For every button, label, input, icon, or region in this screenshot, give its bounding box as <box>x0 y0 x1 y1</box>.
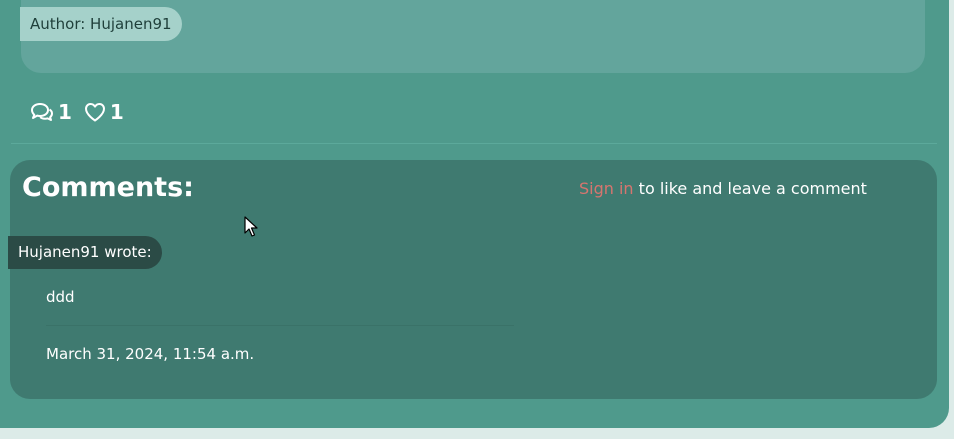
comment-author-badge: Hujanen91 wrote: <box>8 236 162 269</box>
comments-panel: Comments: Sign in to like and leave a co… <box>10 160 937 399</box>
mouse-pointer-icon <box>244 216 258 242</box>
author-badge: Author: Hujanen91 <box>20 7 182 41</box>
comment-separator <box>46 325 514 326</box>
comment-body: ddd <box>46 288 75 306</box>
signin-prompt: Sign in to like and leave a comment <box>579 179 867 198</box>
likes-count: 1 <box>109 100 124 124</box>
likes-stat[interactable]: 1 <box>84 100 124 124</box>
comment-icon <box>29 101 58 123</box>
comments-count: 1 <box>58 100 72 124</box>
heart-icon <box>84 102 110 122</box>
signin-prompt-text: to like and leave a comment <box>633 179 867 198</box>
signin-link[interactable]: Sign in <box>579 179 634 198</box>
post-stats: 1 1 <box>29 100 136 124</box>
comments-title: Comments: <box>22 172 194 203</box>
comments-stat[interactable]: 1 <box>29 100 72 124</box>
section-divider <box>11 143 937 144</box>
comment-date: March 31, 2024, 11:54 a.m. <box>46 345 255 363</box>
